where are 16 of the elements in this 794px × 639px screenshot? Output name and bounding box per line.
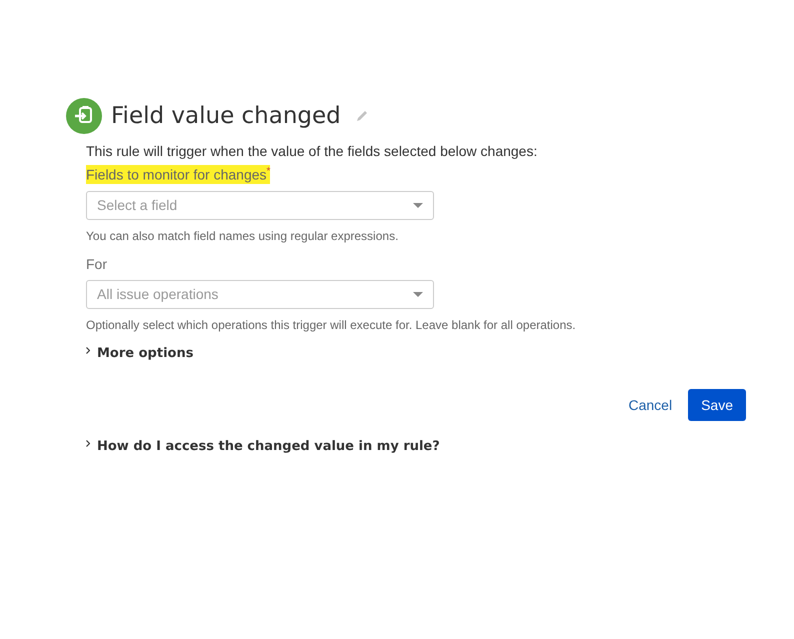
save-button[interactable]: Save [688,388,746,421]
edit-icon[interactable] [354,109,369,123]
caret-icon [413,292,423,297]
help-text: Optionally select which operations this trigger will execute for. Leave blank for all operations. [86,318,577,332]
trigger-icon [66,98,102,134]
more-options-toggle[interactable]: More options [86,346,194,361]
chevron-icon [86,440,90,447]
help-text: You can also match field names using regular expressions. [86,228,400,243]
caret-icon [413,202,423,208]
field-label: Fields to monitor for changes$^{*}$ [86,165,270,184]
help-toggle[interactable]: How do I access the changed value in my rule? [86,438,440,454]
chevron-icon [86,346,90,354]
description-text: This rule will trigger when the value of the fields selected below changes: [86,143,538,159]
cancel-button[interactable]: Cancel [628,396,672,413]
rule-title: Field value changed [111,103,341,129]
field-label: For [86,254,107,273]
